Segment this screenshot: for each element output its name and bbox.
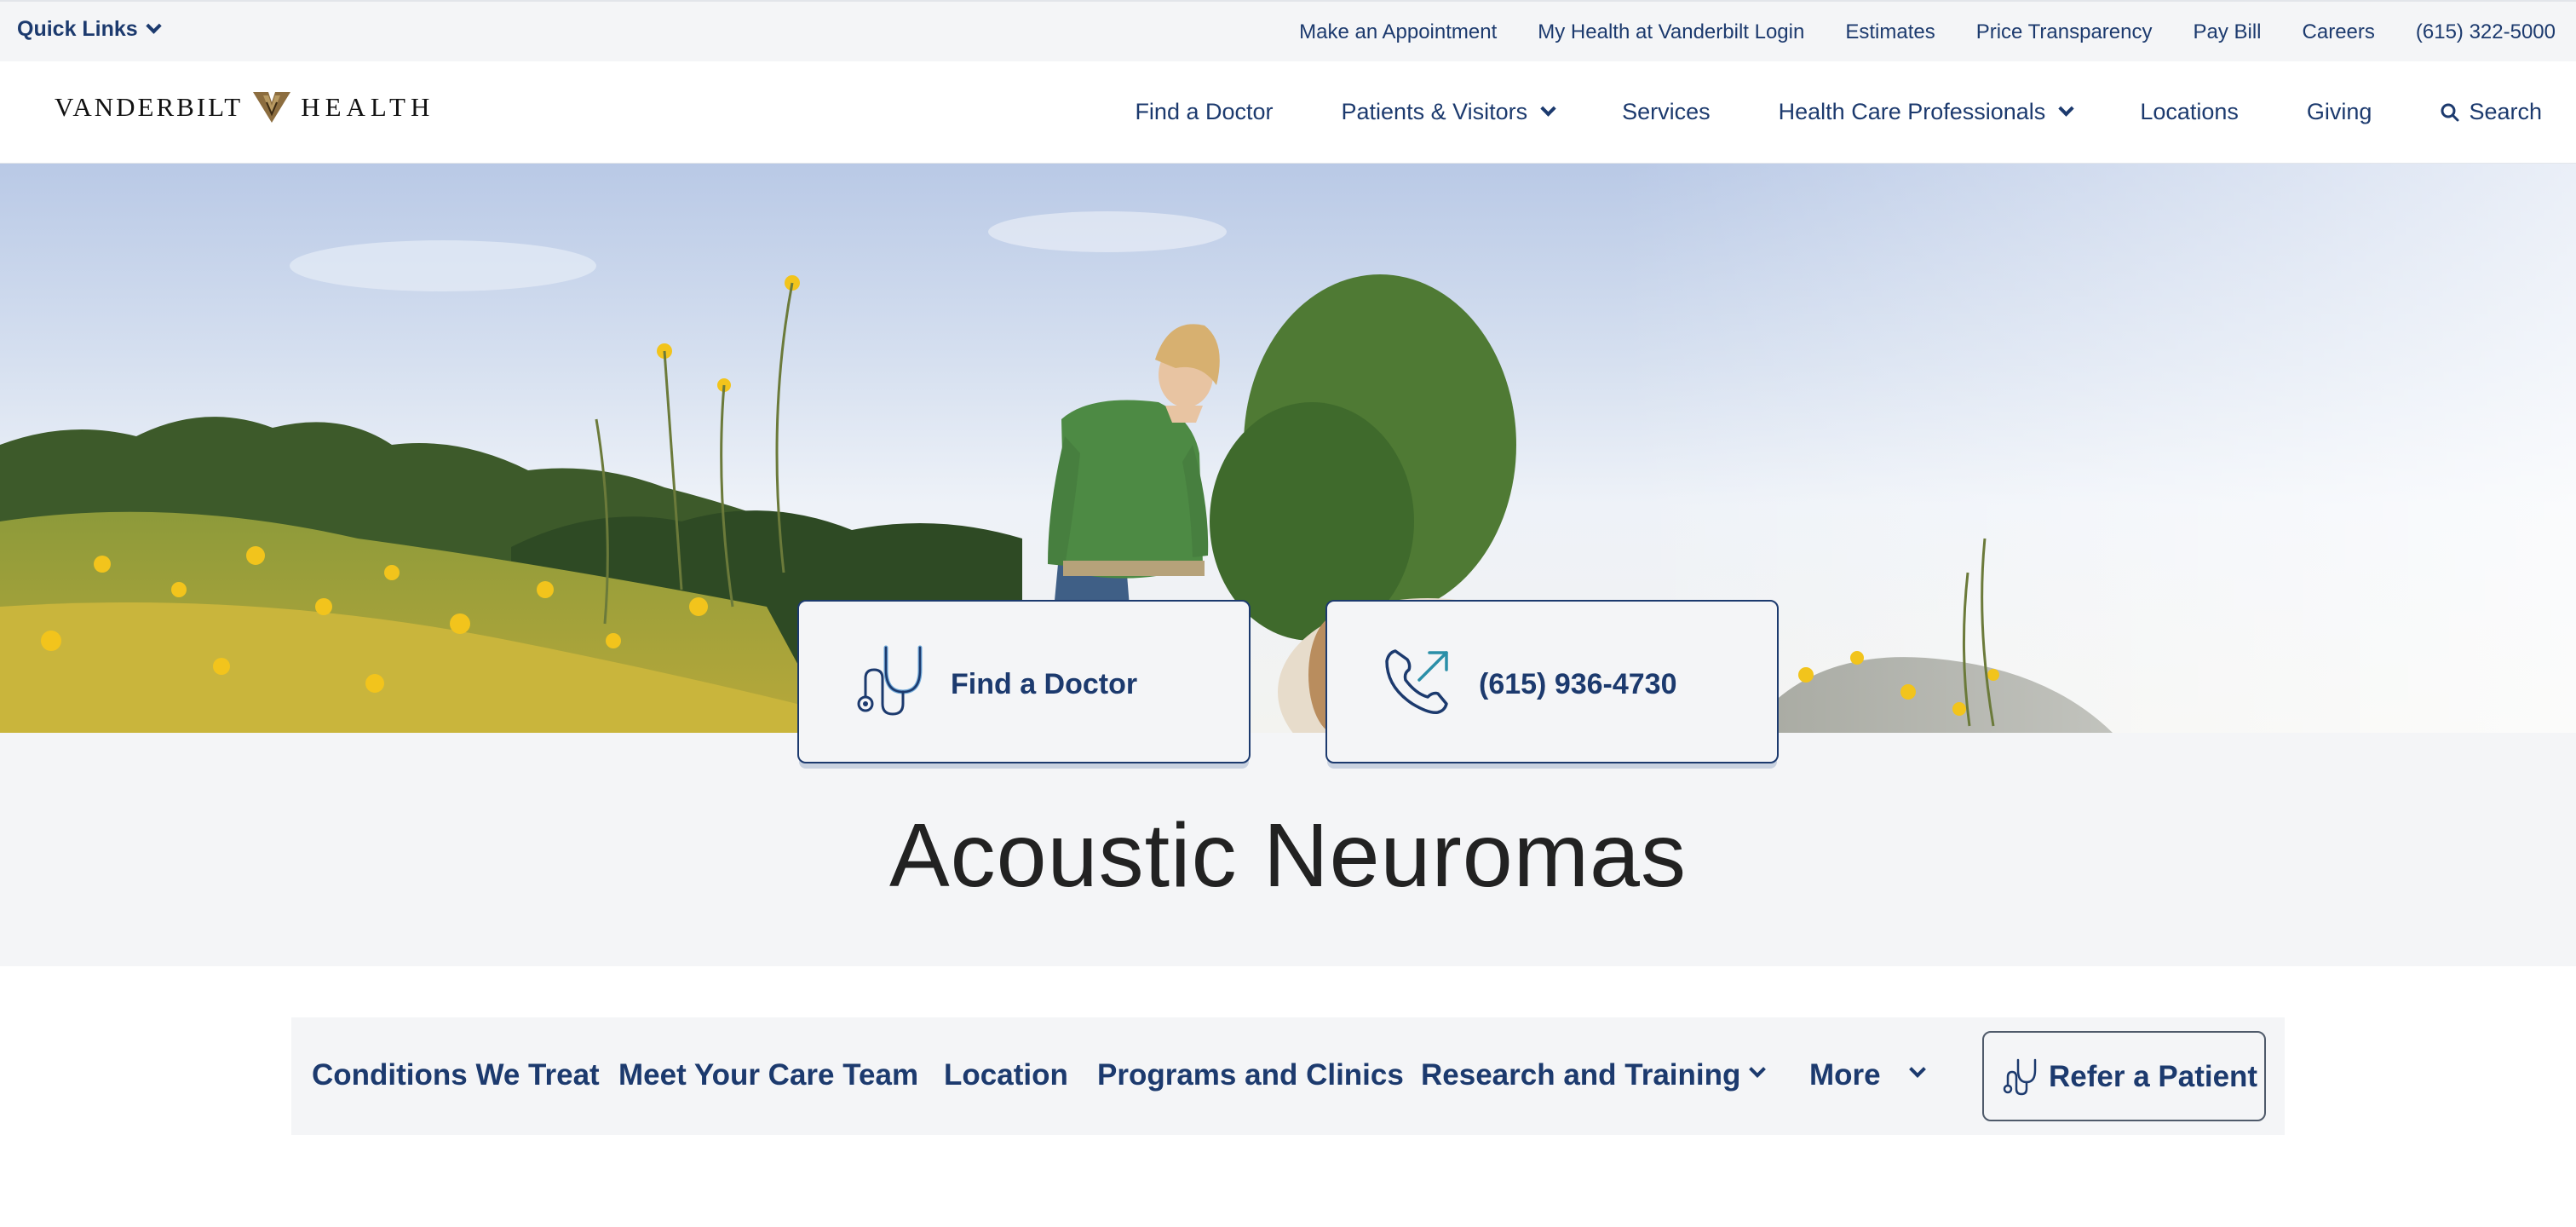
phone-outgoing-icon bbox=[1385, 649, 1448, 715]
search-button[interactable]: Search bbox=[2440, 99, 2542, 125]
chevron-down-icon bbox=[1540, 101, 1556, 117]
tab-more[interactable]: More bbox=[1809, 1058, 1881, 1092]
main-phone-link[interactable]: (615) 322-5000 bbox=[2416, 20, 2556, 44]
chevron-down-icon bbox=[146, 18, 162, 34]
careers-link[interactable]: Careers bbox=[2303, 20, 2375, 44]
nav-giving[interactable]: Giving bbox=[2307, 99, 2372, 125]
pay-bill-link[interactable]: Pay Bill bbox=[2193, 20, 2261, 44]
refer-patient-button[interactable]: Refer a Patient bbox=[1982, 1031, 2266, 1121]
nav-health-care-professionals[interactable]: Health Care Professionals bbox=[1778, 99, 2075, 125]
page-title: Acoustic Neuromas bbox=[888, 805, 1687, 906]
hero-illustration bbox=[0, 164, 2576, 733]
tab-research-and-training[interactable]: Research and Training bbox=[1421, 1058, 1740, 1092]
stethoscope-icon bbox=[2003, 1058, 2037, 1096]
search-icon bbox=[2441, 103, 2459, 121]
utility-links: Make an Appointment My Health at Vanderb… bbox=[1299, 20, 2556, 44]
find-doctor-card-label: Find a Doctor bbox=[951, 668, 1138, 700]
utility-bar: Quick Links Make an Appointment My Healt… bbox=[0, 0, 2576, 61]
hero-image bbox=[0, 164, 2576, 733]
chevron-down-icon[interactable] bbox=[1749, 1061, 1766, 1078]
phone-card[interactable]: (615) 936-4730 bbox=[1325, 600, 1779, 763]
nav-patients-visitors[interactable]: Patients & Visitors bbox=[1341, 99, 1556, 125]
vanderbilt-v-icon bbox=[253, 92, 291, 123]
tab-conditions-we-treat[interactable]: Conditions We Treat bbox=[312, 1058, 600, 1092]
refer-patient-label: Refer a Patient bbox=[2049, 1060, 2258, 1093]
chevron-down-icon bbox=[2058, 101, 2075, 117]
nav-services[interactable]: Services bbox=[1622, 99, 1711, 125]
title-band: Acoustic Neuromas bbox=[0, 733, 2576, 966]
nav-locations-label: Locations bbox=[2140, 99, 2239, 124]
stethoscope-icon bbox=[857, 645, 923, 716]
chevron-down-icon[interactable] bbox=[1909, 1061, 1926, 1078]
price-transparency-link[interactable]: Price Transparency bbox=[1976, 20, 2153, 44]
nav-locations[interactable]: Locations bbox=[2140, 99, 2239, 125]
nav-giving-label: Giving bbox=[2306, 99, 2372, 124]
section-nav: Conditions We Treat Meet Your Care Team … bbox=[291, 1017, 2285, 1135]
nav-patients-visitors-label: Patients & Visitors bbox=[1341, 99, 1528, 124]
vanderbilt-health-logo[interactable]: VANDERBILT HEALTH bbox=[55, 90, 434, 124]
main-header: VANDERBILT HEALTH Find a Doctor Patients… bbox=[0, 61, 2576, 164]
find-doctor-card[interactable]: Find a Doctor bbox=[797, 600, 1251, 763]
quick-links-dropdown[interactable]: Quick Links bbox=[17, 17, 162, 42]
nav-find-doctor[interactable]: Find a Doctor bbox=[1135, 99, 1273, 125]
make-appointment-link[interactable]: Make an Appointment bbox=[1299, 20, 1497, 44]
logo-text-vanderbilt: VANDERBILT bbox=[55, 92, 244, 122]
nav-hcp-label: Health Care Professionals bbox=[1778, 99, 2046, 124]
nav-services-label: Services bbox=[1622, 99, 1711, 124]
my-health-login-link[interactable]: My Health at Vanderbilt Login bbox=[1538, 20, 1804, 44]
main-nav: Find a Doctor Patients & Visitors Servic… bbox=[1135, 99, 2542, 125]
tab-programs-and-clinics[interactable]: Programs and Clinics bbox=[1097, 1058, 1404, 1092]
nav-find-doctor-label: Find a Doctor bbox=[1135, 99, 1274, 124]
logo-text-health: HEALTH bbox=[301, 92, 435, 122]
phone-card-label: (615) 936-4730 bbox=[1479, 668, 1677, 700]
estimates-link[interactable]: Estimates bbox=[1845, 20, 1935, 44]
tab-location[interactable]: Location bbox=[944, 1058, 1068, 1092]
quick-links-label: Quick Links bbox=[17, 17, 138, 41]
tab-meet-your-care-team[interactable]: Meet Your Care Team bbox=[618, 1058, 918, 1092]
search-label: Search bbox=[2469, 99, 2542, 124]
